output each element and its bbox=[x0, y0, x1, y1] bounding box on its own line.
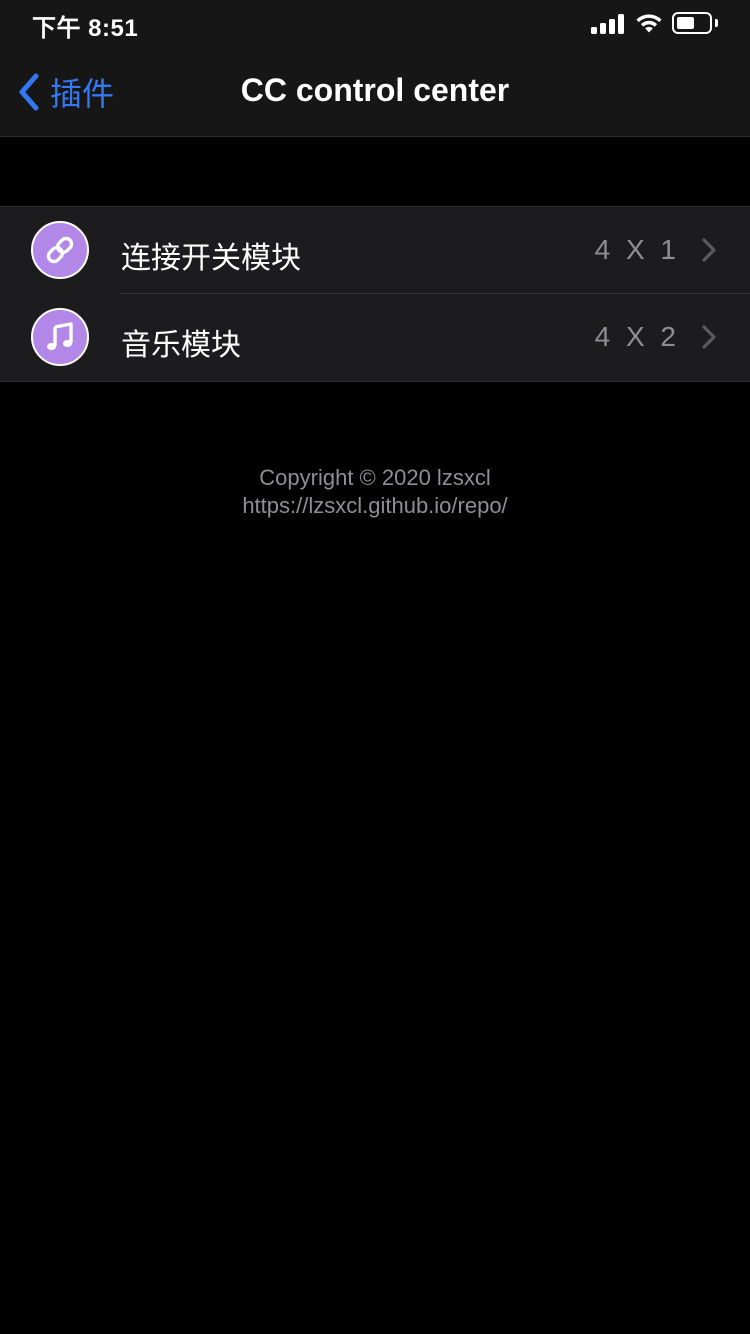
status-bar: 下午 8:51 bbox=[0, 0, 750, 48]
list-item-size: 4 X 1 bbox=[594, 234, 680, 265]
battery-tip bbox=[715, 19, 718, 27]
top-bar: 下午 8:51 插件 CC control center bbox=[0, 0, 750, 137]
list-item-label: 连接开关模块 bbox=[121, 242, 301, 275]
footer: Copyright © 2020 lzsxcl https://lzsxcl.g… bbox=[0, 464, 750, 520]
signal-bars-icon bbox=[591, 14, 627, 34]
navigation-bar: 插件 CC control center bbox=[0, 48, 750, 136]
status-time: 下午 8:51 bbox=[32, 15, 139, 42]
list-item-music-module[interactable]: 音乐模块 4 X 2 bbox=[0, 294, 750, 381]
chevron-right-icon bbox=[702, 238, 716, 262]
battery-level bbox=[677, 17, 694, 29]
repo-url-text: https://lzsxcl.github.io/repo/ bbox=[242, 493, 508, 518]
list-item-size: 4 X 2 bbox=[594, 321, 680, 352]
link-icon bbox=[31, 221, 89, 279]
chevron-right-icon bbox=[702, 325, 716, 349]
copyright-text: Copyright © 2020 lzsxcl bbox=[259, 465, 491, 490]
page-title: CC control center bbox=[240, 72, 510, 108]
list-item-link-module[interactable]: 连接开关模块 4 X 1 bbox=[0, 207, 750, 294]
module-list: 连接开关模块 4 X 1 音乐模块 4 X 2 bbox=[0, 206, 750, 382]
music-note-icon bbox=[31, 308, 89, 366]
list-item-label: 音乐模块 bbox=[121, 329, 241, 362]
screen: 下午 8:51 插件 CC control center 连接开关模块 4 X … bbox=[0, 0, 750, 1334]
battery-icon bbox=[672, 12, 712, 34]
wifi-icon bbox=[636, 14, 662, 33]
